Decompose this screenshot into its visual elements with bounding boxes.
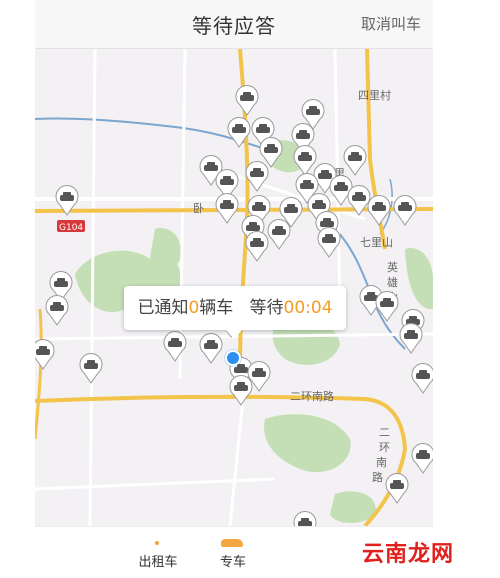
private-car-icon [198,535,268,551]
notify-status-bubble: 已通知0辆车 等待00:04 [124,286,346,330]
map-label: 英 [387,260,398,274]
map-label: 二环南路 [290,390,334,403]
tab-private-car[interactable]: 专车 [198,535,268,570]
tab-private-label: 专车 [219,555,246,570]
map-label: 环 [379,441,390,454]
tab-taxi[interactable]: 出租车 [123,535,193,570]
app-screen: 等待应答 取消叫车 四里村 七里 七里山 卧 [35,0,433,578]
wait-timer: 00:04 [283,298,333,318]
bubble-pointer [226,330,242,339]
highway-shield-label: G104 [59,223,83,233]
taxi-icon [123,535,193,551]
watermark-logo: 云南龙网 [362,542,455,567]
tab-taxi-label: 出租车 [138,555,178,570]
map-label: 七里山 [360,236,393,249]
wait-label: 等待 [249,298,284,318]
map-label: 二 [379,426,390,439]
notified-prefix: 已通知 [137,298,189,318]
map-label: 南 [376,456,387,469]
cancel-ride-button[interactable]: 取消叫车 [361,13,421,34]
map-label: 四里村 [358,88,391,102]
map-label: 卧 [193,202,204,215]
notified-count: 0 [188,298,200,318]
map-label: 路 [372,471,383,484]
top-bar: 等待应答 取消叫车 [35,0,433,49]
current-location-dot [225,350,241,366]
notified-unit: 辆车 [199,298,234,318]
map-label: 雄 [387,275,398,289]
